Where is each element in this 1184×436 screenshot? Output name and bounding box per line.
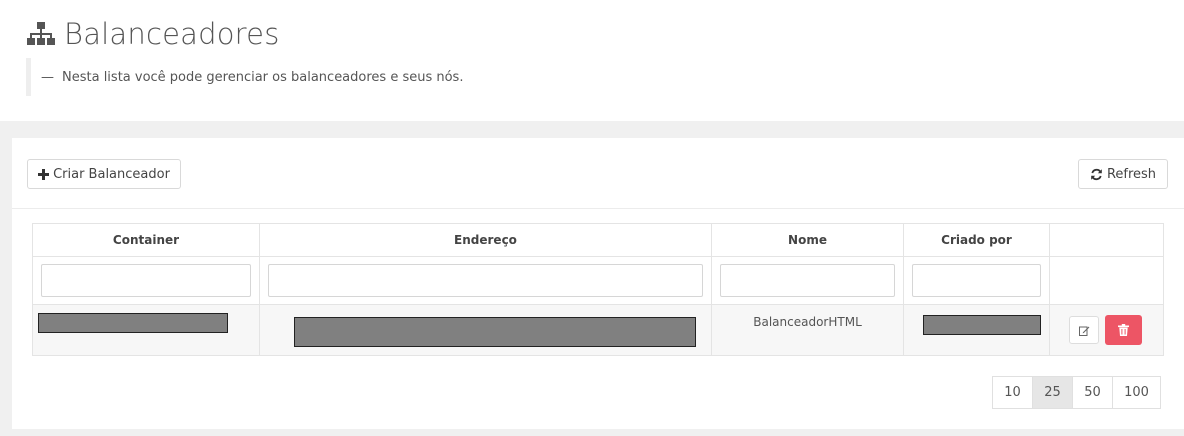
filter-cell-endereco [259,256,712,305]
redacted-endereco [294,317,696,347]
column-header-endereco[interactable]: Endereço [259,223,712,257]
panel-toolbar: Criar Balanceador Refresh [12,138,1184,209]
sitemap-icon [27,22,55,45]
cell-actions [1049,304,1164,356]
filter-row [32,256,1164,305]
column-header-actions [1049,223,1164,257]
column-header-nome[interactable]: Nome [711,223,904,257]
description-text: Nesta lista você pode gerenciar os balan… [62,69,464,85]
refresh-icon [1091,168,1102,180]
filter-container-input[interactable] [41,264,251,297]
delete-button[interactable] [1105,315,1142,345]
filter-nome-input[interactable] [720,264,895,297]
page-size-selector: 10 25 50 100 [992,376,1161,409]
cell-endereco [259,304,712,356]
plus-icon [38,168,50,180]
balancers-table: Container Endereço Nome Criado por Balan… [32,223,1164,356]
filter-criado-por-input[interactable] [912,264,1041,297]
table-header-row: Container Endereço Nome Criado por [32,223,1164,257]
column-header-criado-por[interactable]: Criado por [903,223,1050,257]
page-size-100[interactable]: 100 [1112,376,1161,409]
filter-cell-container [32,256,260,305]
filter-cell-criado-por [903,256,1050,305]
create-balancer-button[interactable]: Criar Balanceador [27,159,181,189]
column-header-container[interactable]: Container [32,223,260,257]
description-dash: — [41,69,54,85]
page-size-50[interactable]: 50 [1072,376,1113,409]
edit-icon [1078,326,1089,336]
table-row: BalanceadorHTML [32,304,1164,356]
filter-cell-nome [711,256,904,305]
cell-nome: BalanceadorHTML [711,304,904,356]
balancer-name: BalanceadorHTML [753,315,862,329]
page-header: Balanceadores [26,14,280,54]
redacted-container [38,313,228,333]
create-balancer-label: Criar Balanceador [53,166,170,182]
page-size-10[interactable]: 10 [992,376,1033,409]
filter-endereco-input[interactable] [268,264,703,297]
refresh-button[interactable]: Refresh [1078,159,1168,189]
filter-cell-actions [1049,256,1164,305]
page-title: Balanceadores [64,17,280,51]
page-description: — Nesta lista você pode gerenciar os bal… [26,58,726,96]
cell-container [32,304,260,356]
page-size-25[interactable]: 25 [1032,376,1073,409]
content-area: Criar Balanceador Refresh Container Ende… [0,121,1184,436]
refresh-label: Refresh [1106,166,1157,182]
edit-button[interactable] [1069,316,1099,344]
redacted-criado-por [923,315,1041,335]
cell-criado-por [903,304,1050,356]
balancers-panel: Criar Balanceador Refresh Container Ende… [12,138,1184,429]
trash-icon [1118,324,1129,336]
